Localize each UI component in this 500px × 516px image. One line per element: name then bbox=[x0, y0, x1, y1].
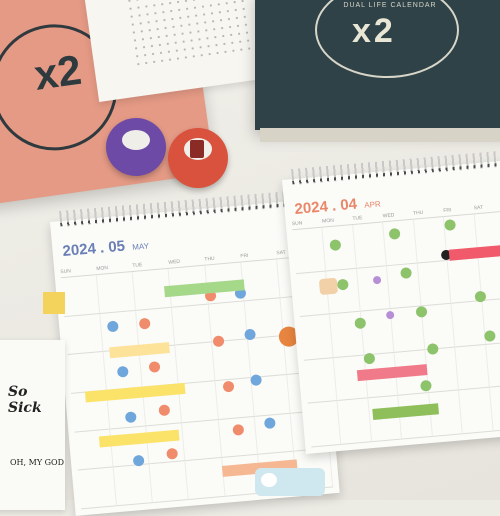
cloud-icon bbox=[261, 473, 277, 487]
calendar-page-april: 2024 . 04 APR SUN MON TUE WED THU FRI SA… bbox=[282, 151, 500, 454]
tape-hole bbox=[122, 130, 150, 150]
day-cell bbox=[307, 401, 342, 448]
day-cell bbox=[292, 227, 327, 274]
header-dot: . bbox=[99, 239, 105, 257]
header-month-name: MAY bbox=[131, 241, 150, 252]
header-year: 2024 bbox=[61, 240, 97, 260]
day-cell bbox=[64, 313, 104, 356]
header-month-num: 04 bbox=[339, 195, 358, 214]
day-cell bbox=[383, 219, 418, 266]
day-cell bbox=[172, 304, 212, 346]
day-cell bbox=[67, 352, 108, 394]
box-subtitle-text: DUAL LIFE CALENDAR bbox=[343, 2, 437, 9]
purple-washi-tape bbox=[106, 118, 166, 176]
day-cell bbox=[337, 398, 373, 445]
day-cell bbox=[185, 458, 226, 500]
day-cell bbox=[300, 314, 335, 361]
red-washi-tape bbox=[168, 128, 228, 188]
sticker-so-sick: So Sick bbox=[8, 384, 42, 416]
header-year: 2024 bbox=[293, 198, 329, 218]
day-cell bbox=[353, 222, 388, 269]
cloud-memo-sticker bbox=[255, 468, 325, 496]
day-cell bbox=[60, 275, 101, 317]
day-cell bbox=[459, 388, 494, 435]
day-cell bbox=[455, 344, 490, 391]
day-cell bbox=[146, 422, 186, 465]
day-cell bbox=[77, 467, 118, 510]
teal-calendar-box: 2024 DUAL LIFE CALENDAR x2 bbox=[255, 0, 500, 130]
header-month-name: APR bbox=[363, 199, 382, 210]
day-cell bbox=[356, 265, 391, 312]
dow-sat: SAT bbox=[473, 204, 484, 212]
back-card-grid bbox=[124, 0, 254, 67]
header-month-num: 05 bbox=[107, 237, 126, 256]
box-base bbox=[260, 128, 500, 142]
day-cell bbox=[218, 416, 258, 459]
sticker-oh-my-god: OH, MY GOD bbox=[10, 458, 64, 467]
box-subtitle: 2024 DUAL LIFE CALENDAR bbox=[305, 0, 475, 9]
day-cell bbox=[451, 301, 486, 348]
yellow-index-tab bbox=[43, 292, 65, 314]
day-cell bbox=[240, 259, 281, 302]
tape-label bbox=[190, 140, 204, 158]
header-dot: . bbox=[331, 197, 337, 215]
handwriting-sticker-sheet: So Sick OH, MY GOD bbox=[0, 340, 65, 510]
day-cell bbox=[417, 260, 452, 307]
day-cell bbox=[303, 357, 338, 405]
day-cell bbox=[96, 271, 137, 314]
day-cell bbox=[215, 378, 255, 420]
cake-sticker bbox=[318, 277, 339, 296]
month-header: 2024 . 05 MAY bbox=[62, 236, 150, 260]
day-cell bbox=[175, 342, 216, 385]
day-cell bbox=[182, 419, 222, 462]
box-pink-label: x2 bbox=[31, 45, 85, 99]
day-cell bbox=[149, 461, 190, 504]
box-teal-label: x2 bbox=[352, 12, 396, 50]
